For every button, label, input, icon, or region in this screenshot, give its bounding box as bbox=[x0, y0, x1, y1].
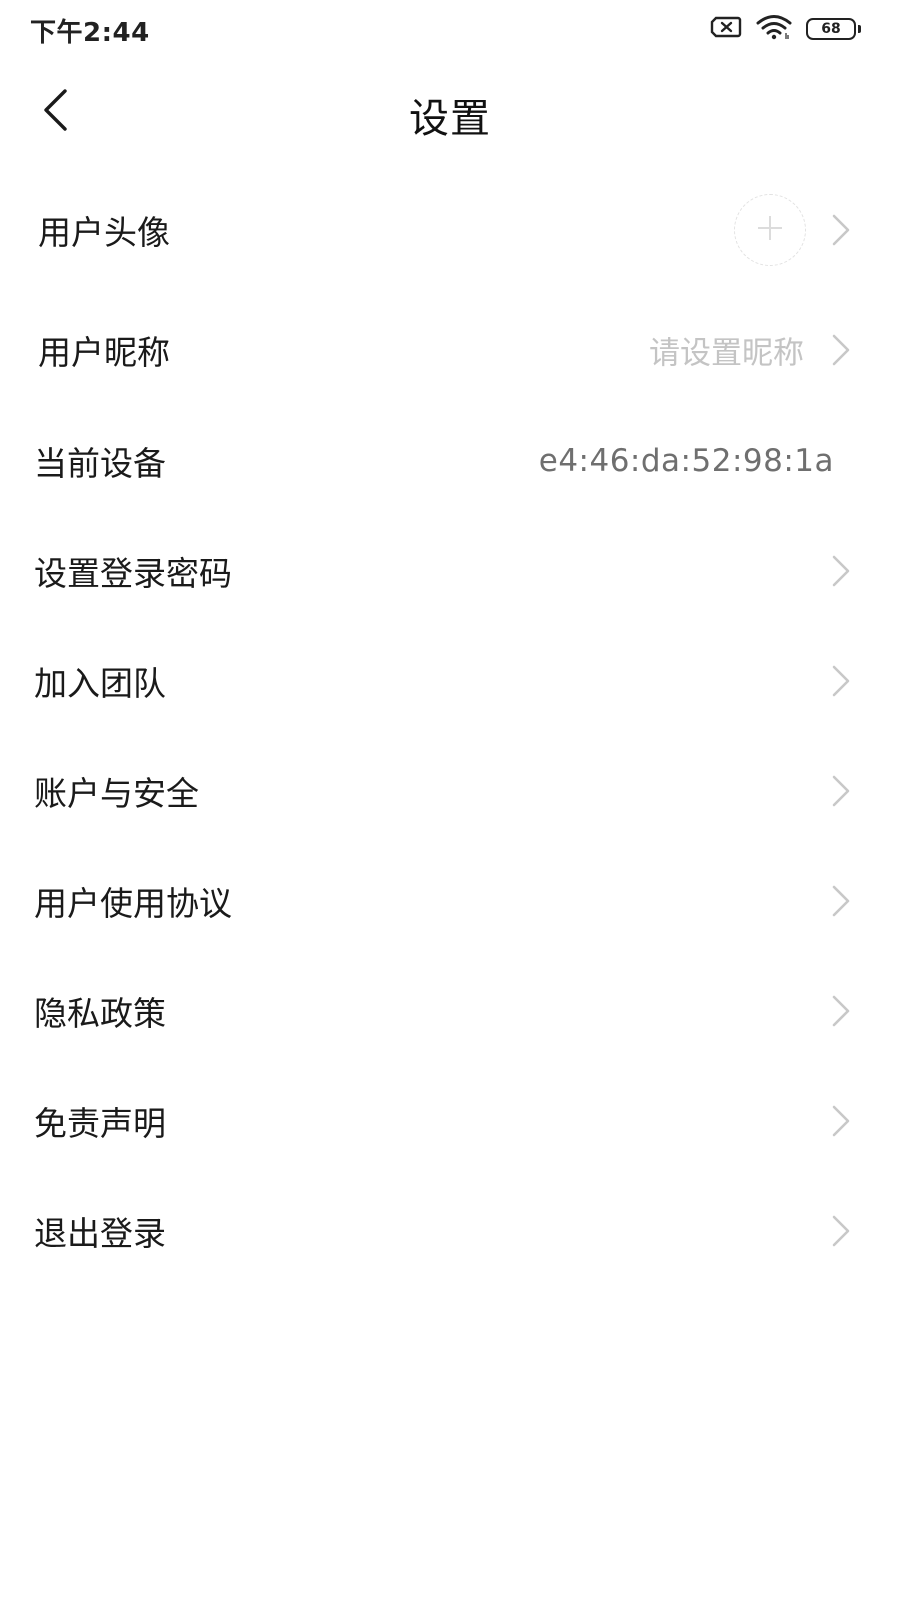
status-bar: 下午2:44 68 bbox=[0, 0, 900, 56]
battery-icon: 68 bbox=[806, 18, 861, 40]
disclaimer-label: 免责声明 bbox=[34, 1104, 166, 1143]
chevron-right-icon bbox=[832, 334, 850, 366]
chevron-right-icon bbox=[832, 995, 850, 1027]
chevron-right-icon bbox=[832, 555, 850, 587]
settings-row-password[interactable]: 设置登录密码 bbox=[0, 516, 900, 626]
chevron-right-icon bbox=[832, 775, 850, 807]
settings-row-privacy[interactable]: 隐私政策 bbox=[0, 956, 900, 1066]
chevron-right-icon bbox=[832, 665, 850, 697]
chevron-right-icon bbox=[832, 1105, 850, 1137]
settings-row-disclaimer[interactable]: 免责声明 bbox=[0, 1066, 900, 1176]
password-label: 设置登录密码 bbox=[34, 554, 232, 593]
status-time: 下午2:44 bbox=[30, 18, 150, 48]
chevron-right-icon bbox=[832, 1215, 850, 1247]
nickname-placeholder: 请设置昵称 bbox=[649, 335, 804, 372]
settings-row-account[interactable]: 账户与安全 bbox=[0, 736, 900, 846]
page-title: 设置 bbox=[409, 96, 491, 142]
chevron-right-icon bbox=[832, 214, 850, 246]
team-label: 加入团队 bbox=[34, 664, 166, 703]
avatar-upload-button[interactable] bbox=[734, 194, 806, 266]
status-icons: 68 bbox=[710, 14, 861, 44]
sim-disabled-icon bbox=[710, 16, 742, 42]
privacy-label: 隐私政策 bbox=[34, 994, 166, 1033]
logout-label: 退出登录 bbox=[34, 1214, 166, 1253]
device-id-value: e4:46:da:52:98:1a bbox=[538, 443, 834, 479]
settings-row-device: 当前设备 e4:46:da:52:98:1a bbox=[0, 406, 900, 516]
settings-row-agreement[interactable]: 用户使用协议 bbox=[0, 846, 900, 956]
agreement-label: 用户使用协议 bbox=[34, 884, 232, 923]
settings-row-logout[interactable]: 退出登录 bbox=[0, 1176, 900, 1286]
battery-level: 68 bbox=[821, 21, 841, 37]
account-label: 账户与安全 bbox=[34, 774, 199, 813]
wifi-icon bbox=[756, 14, 792, 44]
device-label: 当前设备 bbox=[34, 444, 166, 483]
avatar-label: 用户头像 bbox=[38, 213, 170, 252]
settings-row-team[interactable]: 加入团队 bbox=[0, 626, 900, 736]
plus-icon bbox=[756, 214, 784, 246]
settings-list: 用户头像 用户昵称 请设置昵称 当前设备 e4:46:da:52:98:1a 设… bbox=[0, 166, 900, 1286]
settings-row-avatar[interactable]: 用户头像 bbox=[0, 166, 900, 294]
nickname-label: 用户昵称 bbox=[38, 333, 170, 372]
chevron-right-icon bbox=[832, 885, 850, 917]
navigation-bar: 设置 bbox=[0, 64, 900, 160]
settings-row-nickname[interactable]: 用户昵称 请设置昵称 bbox=[0, 294, 900, 406]
